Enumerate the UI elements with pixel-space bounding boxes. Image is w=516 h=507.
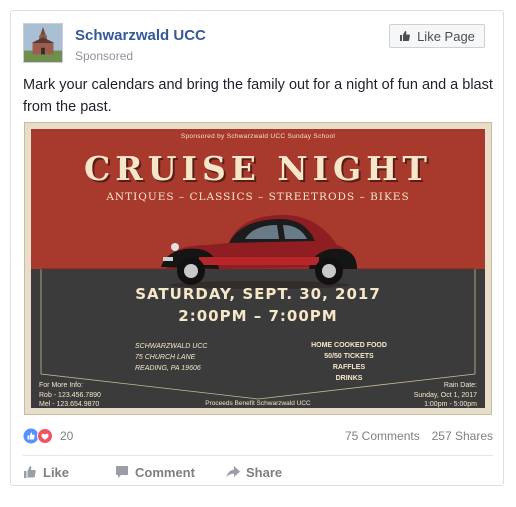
page-name-link[interactable]: Schwarzwald UCC — [75, 27, 206, 44]
poster-extras: HOME COOKED FOOD 50/50 TICKETS RAFFLES D… — [299, 340, 399, 384]
actions-divider — [23, 455, 493, 456]
reaction-icons[interactable] — [23, 428, 57, 444]
rain-line: Rain Date: — [443, 382, 477, 389]
address-line: 75 CHURCH LANE — [135, 354, 196, 361]
poster-date: SATURDAY, SEPT. 30, 2017 — [135, 285, 381, 303]
poster-address: SCHWARZWALD UCC 75 CHURCH LANE READING, … — [135, 341, 207, 374]
rain-line: Sunday, Oct 1, 2017 — [413, 391, 477, 399]
post-header: Schwarzwald UCC Sponsored Like Page — [23, 23, 493, 71]
poster-proceeds: Proceeds Benefit Schwarzwald UCC — [205, 400, 311, 407]
extras-line: DRINKS — [335, 375, 363, 382]
share-label: Share — [246, 464, 283, 480]
like-page-label: Like Page — [417, 28, 475, 44]
comments-count-link[interactable]: 75 Comments — [345, 429, 420, 443]
event-poster-image[interactable]: Sponsored by Schwarzwald UCC Sunday Scho… — [24, 122, 492, 415]
post-actions-bar: Like Comment Share — [23, 461, 493, 483]
extras-line: HOME COOKED FOOD — [311, 342, 387, 349]
sponsored-post-card: Schwarzwald UCC Sponsored Like Page Mark… — [10, 10, 504, 486]
poster-time: 2:00PM – 7:00PM — [178, 307, 338, 325]
poster-sponsor-line: Sponsored by Schwarzwald UCC Sunday Scho… — [180, 133, 336, 140]
like-reaction-icon — [23, 428, 39, 444]
like-page-button[interactable]: Like Page — [389, 24, 485, 48]
info-line: Rob - 123.456.7890 — [39, 391, 101, 399]
share-button[interactable]: Share — [226, 461, 282, 483]
thumbs-up-icon — [400, 31, 410, 41]
sponsored-label[interactable]: Sponsored — [75, 49, 133, 63]
address-line: SCHWARZWALD UCC — [135, 343, 208, 350]
love-reaction-icon — [37, 428, 53, 444]
reaction-count[interactable]: 20 — [60, 429, 73, 443]
like-button[interactable]: Like — [23, 461, 69, 483]
poster-title: CRUISE NIGHT — [84, 149, 432, 188]
address-line: READING, PA 19606 — [135, 365, 201, 372]
shares-count-link[interactable]: 257 Shares — [432, 429, 493, 443]
post-text: Mark your calendars and bring the family… — [23, 77, 493, 115]
comment-label: Comment — [135, 464, 195, 480]
extras-line: RAFFLES — [332, 364, 366, 371]
share-arrow-icon — [226, 466, 240, 478]
comment-button[interactable]: Comment — [115, 461, 195, 483]
vintage-car-icon — [161, 215, 357, 289]
church-photo-icon — [24, 24, 62, 62]
like-label: Like — [43, 464, 70, 480]
page-avatar[interactable] — [23, 23, 63, 63]
extras-line: 50/50 TICKETS — [324, 353, 374, 360]
info-line: For More Info: — [39, 382, 83, 389]
comment-icon — [116, 466, 128, 478]
thumbs-up-icon — [24, 466, 36, 478]
reactions-bar: 20 75 Comments 257 Shares — [23, 426, 493, 446]
